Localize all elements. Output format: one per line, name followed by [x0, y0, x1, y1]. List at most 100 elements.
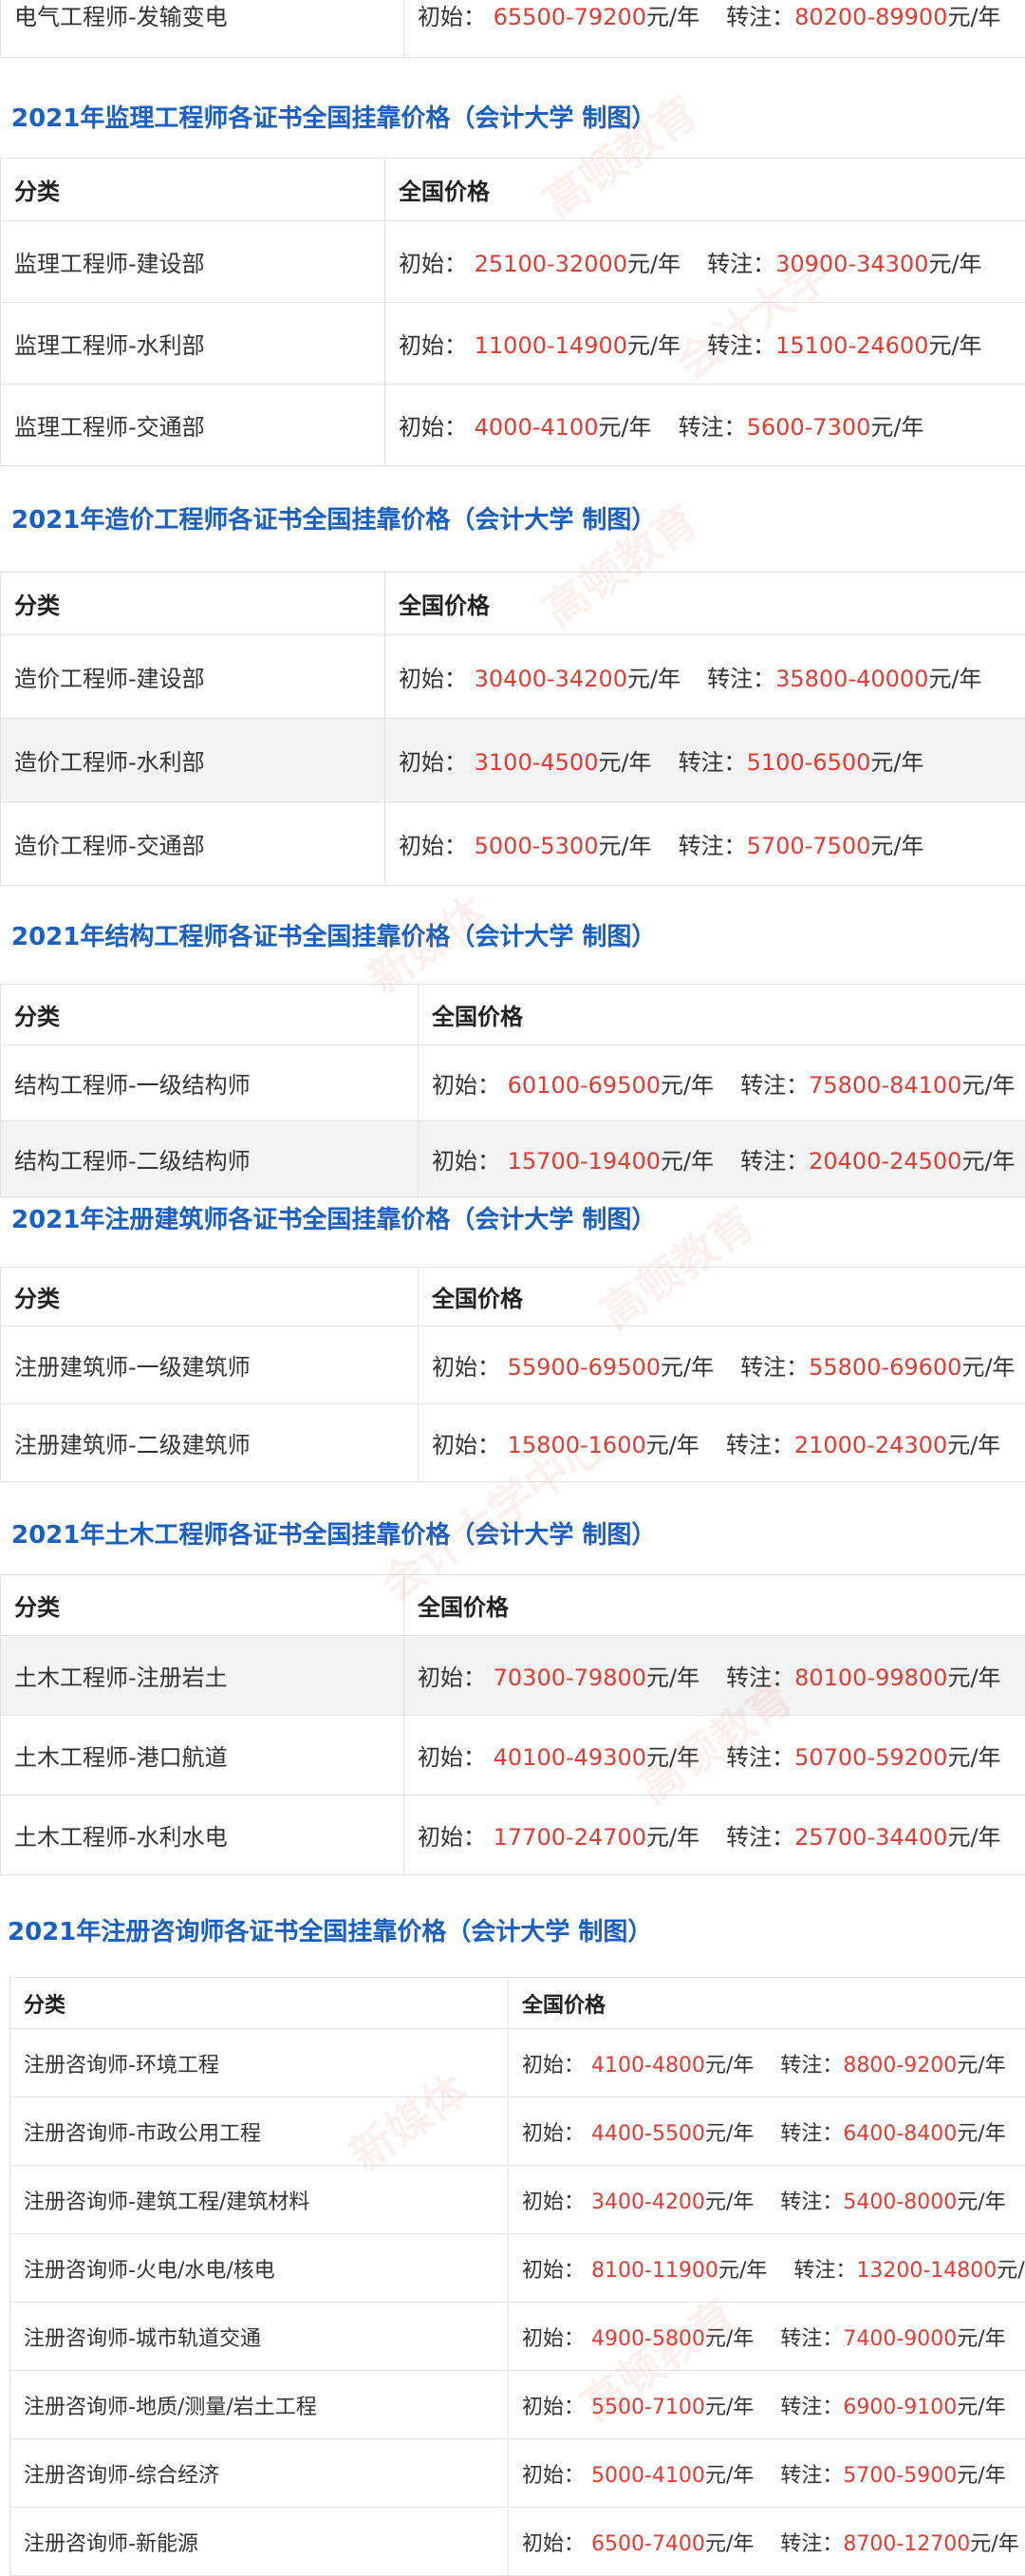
column-header-category: 分类 — [1, 573, 385, 635]
price-table-electrical: 电气工程师-发输变电 初始： 65500-79200元/年转注：80200-89… — [0, 0, 1025, 58]
unit-label: 元/年 — [961, 1148, 1015, 1175]
start-label: 初始： — [399, 666, 467, 692]
start-label: 初始： — [418, 1664, 486, 1691]
table-row: 造价工程师-建设部 初始： 30400-34200元/年转注：35800-400… — [1, 635, 1025, 719]
table-row: 监理工程师-水利部 初始： 11000-14900元/年转注：15100-246… — [1, 303, 1025, 385]
start-label: 初始： — [522, 2191, 585, 2214]
section-title-architect: 2021年注册建筑师各证书全国挂靠价格（会计大学 制图） — [11, 1200, 656, 1235]
transfer-price: 25700-34400 — [794, 1824, 947, 1851]
start-price: 17700-24700 — [494, 1824, 646, 1851]
category-cell: 注册咨询师-市政公用工程 — [10, 2097, 509, 2166]
category-cell: 注册咨询师-新能源 — [10, 2508, 509, 2576]
section-title-consultant: 2021年注册咨询师各证书全国挂靠价格（会计大学 制图） — [8, 1912, 652, 1947]
start-label: 初始： — [432, 1432, 500, 1458]
transfer-label: 转注： — [726, 1744, 794, 1771]
unit-label: 元/年 — [961, 1072, 1015, 1099]
transfer-price: 35800-40000 — [775, 666, 928, 692]
start-label: 初始： — [418, 4, 486, 30]
price-cell: 初始： 3400-4200元/年转注：5400-8000元/年 — [509, 2166, 1025, 2234]
transfer-price: 80100-99800 — [794, 1664, 947, 1691]
price-cell: 初始： 17700-24700元/年转注：25700-34400元/年 — [404, 1796, 1025, 1875]
table-header-row: 分类 全国价格 — [10, 1978, 1025, 2029]
transfer-label: 转注： — [707, 251, 775, 277]
transfer-label: 转注： — [740, 1354, 809, 1381]
section-title-cost: 2021年造价工程师各证书全国挂靠价格（会计大学 制图） — [11, 500, 656, 536]
transfer-label: 转注： — [780, 2532, 843, 2556]
start-label: 初始： — [418, 1744, 486, 1771]
price-cell: 初始： 5500-7100元/年转注：6900-9100元/年 — [509, 2371, 1025, 2439]
unit-label: 元/年 — [947, 1664, 1000, 1691]
category-cell: 注册咨询师-火电/水电/核电 — [10, 2234, 509, 2303]
transfer-label: 转注： — [793, 2259, 856, 2283]
transfer-label: 转注： — [780, 2122, 843, 2146]
table-row: 电气工程师-发输变电 初始： 65500-79200元/年转注：80200-89… — [1, 0, 1025, 58]
unit-label: 元/年 — [961, 1354, 1015, 1381]
category-cell: 注册咨询师-建筑工程/建筑材料 — [10, 2166, 509, 2234]
column-header-category: 分类 — [1, 985, 419, 1045]
category-cell: 监理工程师-建设部 — [1, 221, 385, 303]
start-price: 60100-69500 — [508, 1072, 661, 1099]
category-cell: 土木工程师-注册岩土 — [1, 1636, 404, 1716]
unit-label: 元/年 — [705, 2327, 754, 2351]
section-title-structural: 2021年结构工程师各证书全国挂靠价格（会计大学 制图） — [11, 917, 656, 952]
column-header-price: 全国价格 — [404, 1575, 1025, 1636]
transfer-price: 5700-7500 — [747, 833, 871, 859]
unit-label: 元/年 — [646, 1744, 699, 1771]
start-price: 4900-5800 — [591, 2327, 705, 2351]
transfer-price: 7400-9000 — [843, 2327, 957, 2351]
price-cell: 初始： 15800-1600元/年转注：21000-24300元/年 — [419, 1404, 1025, 1482]
transfer-price: 30900-34300 — [775, 251, 928, 277]
column-header-category: 分类 — [1, 1575, 404, 1636]
price-table-consultant: 分类 全国价格 注册咨询师-环境工程 初始： 4100-4800元/年转注：88… — [9, 1977, 1025, 2576]
transfer-label: 转注： — [707, 666, 775, 692]
transfer-price: 5100-6500 — [747, 749, 871, 776]
transfer-label: 转注： — [679, 833, 747, 859]
table-row: 注册咨询师-建筑工程/建筑材料 初始： 3400-4200元/年转注：5400-… — [10, 2166, 1025, 2234]
category-cell: 结构工程师-二级结构师 — [1, 1121, 419, 1197]
price-cell: 初始： 70300-79800元/年转注：80100-99800元/年 — [404, 1636, 1025, 1716]
table-header-row: 分类 全国价格 — [1, 1268, 1025, 1326]
column-header-category: 分类 — [1, 159, 385, 221]
transfer-price: 13200-14800 — [856, 2259, 997, 2283]
table-row: 土木工程师-注册岩土 初始： 70300-79800 元/年 转注：80100-99… — [1, 1636, 1025, 1716]
price-cell: 初始： 30400-34200元/年转注：35800-40000元/年 — [385, 635, 1025, 719]
category-cell: 注册建筑师-二级建筑师 — [1, 1404, 419, 1482]
unit-label: 元/年 — [947, 4, 1000, 30]
start-price: 5500-7100 — [591, 2396, 705, 2419]
start-price: 40100-49300 — [494, 1744, 646, 1771]
table-row: 注册咨询师-综合经济 初始： 5000-4100元/年转注：5700-5900元… — [10, 2439, 1025, 2508]
column-header-price: 全国价格 — [385, 159, 1025, 221]
price-cell: 初始： 5000-4100元/年转注：5700-5900元/年 — [509, 2439, 1025, 2508]
unit-label: 元/年 — [627, 332, 680, 359]
start-label: 初始： — [522, 2464, 585, 2488]
section-title-supervision: 2021年监理工程师各证书全国挂靠价格（会计大学 制图） — [11, 99, 656, 134]
price-cell: 初始： 55900-69500元/年转注：55800-69600元/年 — [419, 1326, 1025, 1404]
start-price: 70300-79800 — [494, 1664, 646, 1691]
category-cell: 造价工程师-交通部 — [1, 802, 385, 886]
transfer-label: 转注： — [707, 332, 775, 359]
start-price: 3100-4500 — [475, 749, 599, 776]
start-label: 初始： — [522, 2054, 585, 2078]
unit-label: 元/年 — [661, 1072, 714, 1099]
unit-label: 元/年 — [957, 2327, 1005, 2351]
start-label: 初始： — [522, 2259, 585, 2283]
unit-label: 元/年 — [947, 1744, 1000, 1771]
table-row: 结构工程师-一级结构师 初始： 60100-69500元/年转注：75800-8… — [1, 1045, 1025, 1121]
start-label: 初始： — [399, 332, 467, 359]
table-row: 注册建筑师-一级建筑师 初始： 55900-69500元/年转注：55800-6… — [1, 1326, 1025, 1404]
transfer-label: 转注： — [726, 1664, 794, 1691]
price-cell: 初始： 3100-4500元/年转注：5100-6500元/年 — [385, 719, 1025, 802]
table-row: 注册咨询师-火电/水电/核电 初始： 8100-11900元/年转注：13200… — [10, 2234, 1025, 2303]
table-row: 土木工程师-水利水电 初始： 17700-24700元/年转注：25700-34… — [1, 1796, 1025, 1875]
unit-label: 元/年 — [928, 251, 981, 277]
price-cell: 初始： 11000-14900元/年转注：15100-24600元/年 — [385, 303, 1025, 385]
start-price: 4100-4800 — [591, 2054, 705, 2078]
category-cell: 结构工程师-一级结构师 — [1, 1045, 419, 1121]
unit-label: 元/年 — [598, 833, 651, 859]
unit-label: 元/年 — [870, 414, 923, 441]
transfer-price: 6400-8400 — [843, 2122, 957, 2146]
column-header-category: 分类 — [10, 1978, 509, 2029]
start-price: 55900-69500 — [508, 1354, 661, 1381]
transfer-label: 转注： — [679, 749, 747, 776]
transfer-label: 转注： — [679, 414, 747, 441]
